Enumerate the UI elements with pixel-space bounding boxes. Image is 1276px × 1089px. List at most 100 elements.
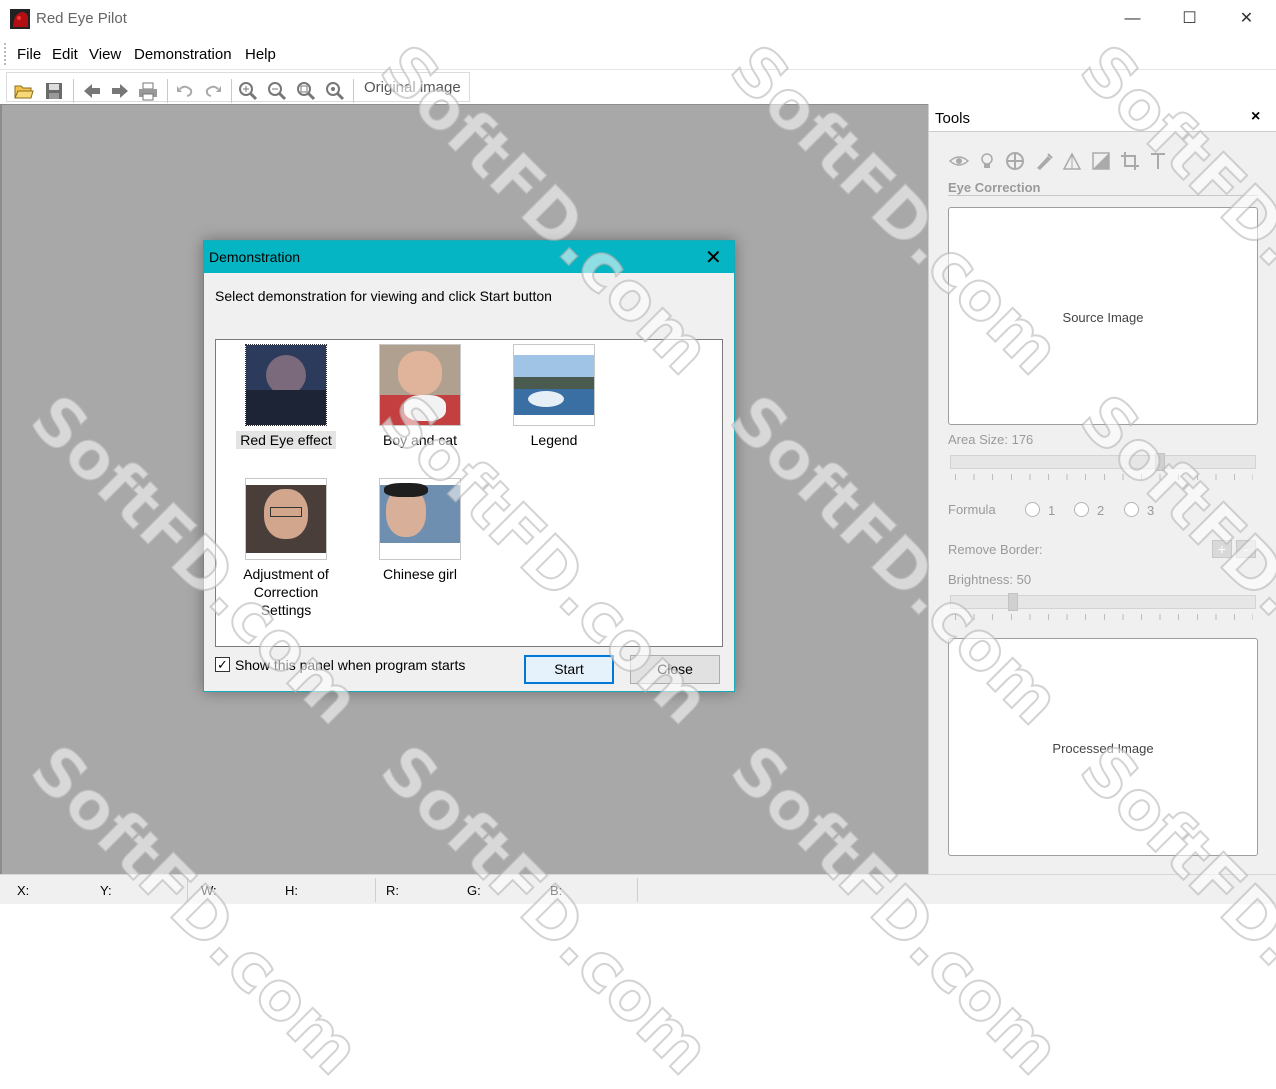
forward-arrow-icon[interactable] xyxy=(109,80,131,102)
dialog-title: Demonstration xyxy=(209,249,301,265)
close-button[interactable]: Close xyxy=(630,655,720,684)
remove-border-label: Remove Border: xyxy=(948,542,1043,557)
toolbar: Original image xyxy=(0,70,1276,104)
dialog-close-icon[interactable]: ✕ xyxy=(705,245,722,270)
remove-border-plus-button[interactable]: + xyxy=(1212,540,1232,558)
open-folder-icon[interactable] xyxy=(13,80,35,102)
minimize-button[interactable]: — xyxy=(1104,0,1161,38)
close-window-button[interactable]: ✕ xyxy=(1218,0,1275,38)
processed-image-box: Processed Image xyxy=(948,638,1258,856)
area-size-label: Area Size: 176 xyxy=(948,432,1034,447)
status-h: H: xyxy=(285,883,298,898)
remove-border-minus-button[interactable]: - xyxy=(1236,540,1256,558)
menu-help[interactable]: Help xyxy=(245,46,276,63)
dialog-title-bar: Demonstration ✕ xyxy=(204,241,734,273)
area-size-ticks xyxy=(955,474,1253,480)
save-icon[interactable] xyxy=(43,80,65,102)
brightness-slider[interactable] xyxy=(950,595,1256,609)
demo-label: Legend xyxy=(530,432,578,448)
menu-view[interactable]: View xyxy=(89,46,121,63)
status-r: R: xyxy=(386,883,399,898)
demo-item-legend[interactable]: Legend xyxy=(504,344,604,449)
status-b: B: xyxy=(550,883,563,898)
levels-icon[interactable] xyxy=(1062,151,1082,171)
print-icon[interactable] xyxy=(137,80,159,102)
toolbar-separator xyxy=(353,79,354,103)
demo-item-chinese-girl[interactable]: Chinese girl xyxy=(370,478,470,583)
status-x: X: xyxy=(17,883,30,898)
status-g: G: xyxy=(467,883,481,898)
dialog-instruction: Select demonstration for viewing and cli… xyxy=(215,288,552,304)
toolbar-separator xyxy=(167,79,168,103)
zoom-out-icon[interactable] xyxy=(266,80,288,102)
start-button[interactable]: Start xyxy=(524,655,614,684)
area-size-slider-thumb[interactable] xyxy=(1155,453,1165,471)
formula-radio-1[interactable] xyxy=(1025,502,1040,517)
demo-item-red-eye[interactable]: Red Eye effect xyxy=(236,344,336,449)
formula-radio-3[interactable] xyxy=(1124,502,1139,517)
eye-icon[interactable] xyxy=(949,151,969,171)
boy-and-cat-thumbnail xyxy=(379,344,461,426)
tools-title: Tools xyxy=(935,110,971,127)
chinese-girl-thumbnail xyxy=(379,478,461,560)
demo-list: Red Eye effect Boy and cat Legend Adjust… xyxy=(215,339,723,647)
demo-item-adjustment[interactable]: Adjustment of Correction Settings xyxy=(236,478,336,619)
demo-label: Chinese girl xyxy=(383,566,457,582)
status-bar: X: Y: W: H: R: G: B: xyxy=(0,874,1276,904)
menu-demonstration[interactable]: Demonstration xyxy=(134,46,232,63)
formula-option-3-label: 3 xyxy=(1147,503,1155,518)
brightness-ticks xyxy=(955,614,1253,620)
title-bar: Red Eye Pilot — ☐ ✕ xyxy=(0,0,1276,38)
menu-bar: File Edit View Demonstration Help xyxy=(0,38,1276,70)
back-arrow-icon[interactable] xyxy=(81,80,103,102)
redo-icon[interactable] xyxy=(202,80,224,102)
zoom-actual-icon[interactable] xyxy=(324,80,346,102)
status-separator xyxy=(375,878,376,902)
zoom-fit-icon[interactable] xyxy=(295,80,317,102)
source-image-label: Source Image xyxy=(1062,310,1144,325)
original-image-button[interactable]: Original image xyxy=(364,79,461,96)
demo-label: Adjustment of Correction Settings xyxy=(243,566,329,618)
menu-edit[interactable]: Edit xyxy=(52,46,78,63)
toolbar-separator xyxy=(73,79,74,103)
show-on-start-checkbox[interactable]: ✓ xyxy=(215,657,230,672)
bulb-icon[interactable] xyxy=(977,151,997,171)
eye-correction-heading: Eye Correction xyxy=(948,180,1041,195)
processed-image-label: Processed Image xyxy=(1052,741,1154,756)
zoom-in-icon[interactable] xyxy=(237,80,259,102)
window-title: Red Eye Pilot xyxy=(36,10,127,27)
area-size-slider[interactable] xyxy=(950,455,1256,469)
app-logo-icon xyxy=(10,9,30,29)
formula-radio-2[interactable] xyxy=(1074,502,1089,517)
status-w: W: xyxy=(201,883,217,898)
toolbar-strip: Original image xyxy=(6,72,470,103)
demonstration-dialog: Demonstration ✕ Select demonstration for… xyxy=(203,240,735,692)
legend-thumbnail xyxy=(513,344,595,426)
menu-grip xyxy=(4,43,7,65)
crop-icon[interactable] xyxy=(1120,151,1140,171)
color-wheel-icon[interactable] xyxy=(1005,151,1025,171)
formula-option-2-label: 2 xyxy=(1097,503,1105,518)
red-eye-thumbnail xyxy=(245,344,327,426)
demo-item-boy-and-cat[interactable]: Boy and cat xyxy=(370,344,470,449)
contrast-icon[interactable] xyxy=(1091,151,1111,171)
show-on-start-label[interactable]: Show this panel when program starts xyxy=(235,657,465,673)
toolbar-separator xyxy=(231,79,232,103)
tools-panel: Tools × Eye Correction Source Image Area… xyxy=(928,104,1276,874)
tools-close-button[interactable]: × xyxy=(1251,108,1260,126)
text-icon[interactable] xyxy=(1148,151,1168,171)
menu-file[interactable]: File xyxy=(17,46,41,63)
brush-icon[interactable] xyxy=(1034,151,1054,171)
source-image-box: Source Image xyxy=(948,207,1258,425)
formula-option-1-label: 1 xyxy=(1048,503,1056,518)
demo-label: Boy and cat xyxy=(383,432,457,448)
undo-icon[interactable] xyxy=(174,80,196,102)
status-separator xyxy=(187,878,188,902)
brightness-slider-thumb[interactable] xyxy=(1008,593,1018,611)
demo-label: Red Eye effect xyxy=(236,431,336,449)
formula-label: Formula xyxy=(948,502,996,517)
maximize-button[interactable]: ☐ xyxy=(1161,0,1218,38)
status-separator xyxy=(637,878,638,902)
section-divider xyxy=(948,195,1258,196)
status-y: Y: xyxy=(100,883,112,898)
